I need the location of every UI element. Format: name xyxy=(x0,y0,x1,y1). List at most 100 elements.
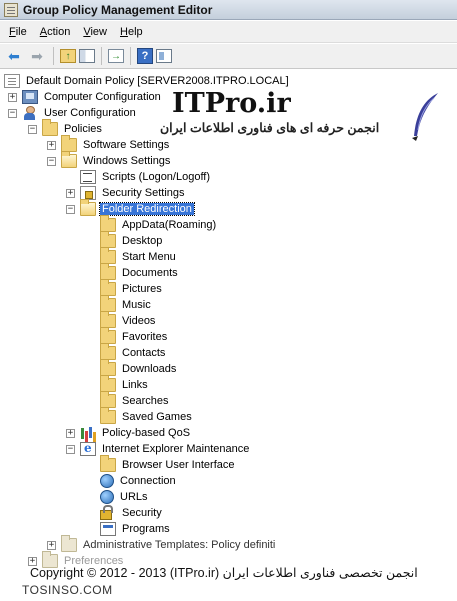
expand-toggle[interactable]: + xyxy=(66,188,75,198)
tree-item-redirected-folder[interactable]: Desktop xyxy=(100,231,164,249)
toolbar-separator xyxy=(101,47,102,65)
policy-editor-app-icon xyxy=(4,2,18,17)
collapse-toggle[interactable]: − xyxy=(28,124,37,134)
tree-item-folder-redirection[interactable]: − Folder Redirection xyxy=(66,199,195,217)
tree-item-label: Windows Settings xyxy=(83,155,171,167)
menu-help[interactable]: Help xyxy=(115,26,151,38)
tree-item-programs[interactable]: Programs xyxy=(100,521,172,537)
folder-icon xyxy=(100,311,116,328)
up-folder-icon[interactable]: ↑ xyxy=(60,49,76,63)
tree-item-label: Internet Explorer Maintenance xyxy=(102,443,250,455)
tree-item-redirected-folder[interactable]: Start Menu xyxy=(100,247,178,265)
tree-item-label: Music xyxy=(122,299,151,311)
tree-item-ie-maintenance[interactable]: − Internet Explorer Maintenance xyxy=(66,441,251,457)
folder-icon xyxy=(100,391,116,408)
brand-tagline: انجمن حرفه ای های فناوری اطلاعات ایران xyxy=(160,121,380,135)
folder-icon xyxy=(100,231,116,248)
collapse-toggle[interactable]: − xyxy=(47,156,56,166)
tree-item-label: Policies xyxy=(64,123,102,135)
expand-toggle[interactable]: + xyxy=(47,140,56,150)
tree-item-redirected-folder[interactable]: Documents xyxy=(100,263,180,281)
tree-item-redirected-folder[interactable]: Favorites xyxy=(100,327,169,345)
toolbar-separator xyxy=(53,47,54,65)
tree-item-label: URLs xyxy=(120,491,148,503)
tree-item-label: Favorites xyxy=(122,331,168,343)
forward-arrow-icon[interactable]: ➡ xyxy=(27,47,47,65)
tree-item-label: Security xyxy=(122,507,162,519)
globe-link-icon xyxy=(100,490,114,504)
lock-icon xyxy=(100,505,113,520)
tree-item-label: Software Settings xyxy=(83,139,170,151)
expand-toggle[interactable]: + xyxy=(66,428,75,438)
show-hide-tree-icon[interactable] xyxy=(79,49,95,63)
tree-item-windows-settings[interactable]: − Windows Settings xyxy=(47,151,172,169)
tree-root[interactable]: Default Domain Policy [SERVER2008.ITPRO.… xyxy=(4,73,291,89)
tree-item-label: Computer Configuration xyxy=(44,91,161,103)
open-folder-icon xyxy=(61,151,77,168)
folder-icon xyxy=(100,343,116,360)
menu-action[interactable]: Action xyxy=(35,26,79,38)
security-settings-icon xyxy=(80,186,96,200)
menu-file[interactable]: File xyxy=(4,26,35,38)
folder-icon xyxy=(100,247,116,264)
tree-item-browser-ui[interactable]: Browser User Interface xyxy=(100,455,236,473)
tree-item-redirected-folder[interactable]: Searches xyxy=(100,391,170,409)
bar-chart-icon xyxy=(80,426,96,440)
tree-item-label: Desktop xyxy=(122,235,163,247)
tree-item-label: Security Settings xyxy=(102,187,185,199)
folder-icon xyxy=(100,279,116,296)
console-tree: Default Domain Policy [SERVER2008.ITPRO.… xyxy=(0,70,457,578)
tree-item-label: Scripts (Logon/Logoff) xyxy=(102,171,211,183)
tree-item-redirected-folder[interactable]: Contacts xyxy=(100,343,167,361)
title-bar: Group Policy Management Editor xyxy=(0,0,457,20)
tree-item-administrative-templates[interactable]: + Administrative Templates: Policy defin… xyxy=(47,535,277,553)
tree-item-label: Saved Games xyxy=(122,411,192,423)
policy-document-icon xyxy=(4,74,20,88)
tree-item-ie-security[interactable]: Security xyxy=(100,505,164,521)
computer-icon xyxy=(22,90,38,104)
tree-item-redirected-folder[interactable]: Saved Games xyxy=(100,407,194,425)
tree-item-label: Administrative Templates: Policy definit… xyxy=(83,539,276,551)
tree-item-label: Contacts xyxy=(122,347,166,359)
tree-item-scripts[interactable]: Scripts (Logon/Logoff) xyxy=(66,169,212,185)
folder-icon xyxy=(100,359,116,376)
expand-toggle[interactable]: + xyxy=(8,92,17,102)
tree-root-label: Default Domain Policy [SERVER2008.ITPRO.… xyxy=(26,75,289,87)
folder-icon xyxy=(100,215,116,232)
tree-item-label: AppData(Roaming) xyxy=(122,219,217,231)
brand-name: ITPro.ir xyxy=(172,88,291,119)
help-icon[interactable]: ? xyxy=(137,48,153,64)
window-title: Group Policy Management Editor xyxy=(23,2,213,17)
tree-item-redirected-folder[interactable]: AppData(Roaming) xyxy=(100,215,218,233)
export-list-icon[interactable]: → xyxy=(108,49,124,63)
collapse-toggle[interactable]: − xyxy=(66,204,75,214)
tree-item-computer-configuration[interactable]: + Computer Configuration xyxy=(8,89,163,105)
tree-item-label: Connection xyxy=(120,475,176,487)
tree-item-label: User Configuration xyxy=(44,107,136,119)
folder-icon xyxy=(42,119,58,136)
tree-item-connection[interactable]: Connection xyxy=(100,473,178,489)
folder-icon xyxy=(100,263,116,280)
folder-icon xyxy=(100,295,116,312)
tree-item-label: Programs xyxy=(122,523,170,535)
tree-item-urls[interactable]: URLs xyxy=(100,489,150,505)
user-icon xyxy=(22,106,38,120)
globe-connection-icon xyxy=(100,474,114,488)
tree-item-policy-based-qos[interactable]: + Policy-based QoS xyxy=(66,425,192,441)
collapse-toggle[interactable]: − xyxy=(8,108,17,118)
expand-toggle[interactable]: + xyxy=(47,540,56,550)
properties-icon[interactable] xyxy=(156,49,172,63)
copyright-text: Copyright © 2012 - 2013 (ITPro.ir) انجمن… xyxy=(30,566,418,580)
collapse-toggle[interactable]: − xyxy=(66,444,75,454)
tree-item-label: Documents xyxy=(122,267,178,279)
tree-item-user-configuration[interactable]: − User Configuration xyxy=(8,105,138,121)
tree-item-redirected-folder[interactable]: Downloads xyxy=(100,359,178,377)
menu-view[interactable]: View xyxy=(78,26,115,38)
folder-icon xyxy=(100,407,116,424)
toolbar-separator xyxy=(130,47,131,65)
tree-item-label: Policy-based QoS xyxy=(102,427,191,439)
folder-icon xyxy=(61,135,77,152)
back-arrow-icon[interactable]: ⬅ xyxy=(4,47,24,65)
tree-item-redirected-folder[interactable]: Pictures xyxy=(100,279,164,297)
folder-icon xyxy=(100,455,116,472)
